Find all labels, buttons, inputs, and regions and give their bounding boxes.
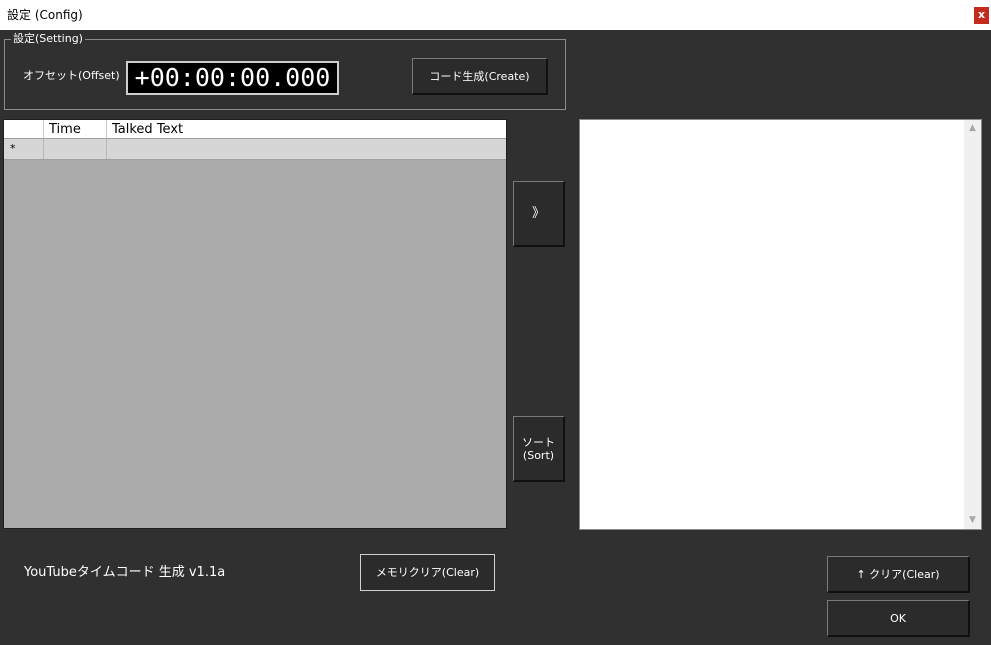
ok-button[interactable]: OK bbox=[827, 600, 970, 637]
offset-display[interactable]: +00:00:00.000 bbox=[126, 61, 339, 95]
grid-header: Time Talked Text bbox=[4, 120, 506, 139]
clear-button[interactable]: ↑ クリア(Clear) bbox=[827, 556, 970, 593]
scroll-up-arrow-icon[interactable]: ▲ bbox=[964, 120, 981, 137]
sort-button[interactable]: ソート (Sort) bbox=[513, 416, 565, 482]
new-row-time-cell[interactable] bbox=[44, 139, 107, 159]
vertical-scrollbar[interactable]: ▲ ▼ bbox=[964, 120, 981, 529]
row-header-column[interactable] bbox=[4, 120, 44, 138]
output-textarea[interactable]: ▲ ▼ bbox=[579, 119, 982, 530]
window-title: 設定 (Config) bbox=[7, 8, 83, 22]
sort-button-label-line1: ソート bbox=[522, 435, 555, 449]
column-header-time[interactable]: Time bbox=[44, 120, 107, 138]
memory-clear-button[interactable]: メモリクリア(Clear) bbox=[360, 554, 495, 591]
timecode-grid[interactable]: Time Talked Text * bbox=[3, 119, 507, 529]
new-row-text-cell[interactable] bbox=[107, 139, 506, 159]
new-row-marker[interactable]: * bbox=[4, 139, 44, 159]
sort-button-label-line2: (Sort) bbox=[522, 448, 555, 462]
move-right-button[interactable]: 》 bbox=[513, 181, 565, 247]
column-header-talked-text[interactable]: Talked Text bbox=[107, 120, 506, 138]
app-version-label: YouTubeタイムコード 生成 v1.1a bbox=[24, 565, 226, 580]
offset-label: オフセット(Offset) bbox=[23, 69, 120, 82]
close-button[interactable]: x bbox=[974, 7, 989, 24]
scroll-down-arrow-icon[interactable]: ▼ bbox=[964, 512, 981, 529]
setting-group-legend: 設定(Setting) bbox=[11, 32, 85, 46]
create-code-button[interactable]: コード生成(Create) bbox=[412, 58, 548, 95]
title-bar: 設定 (Config) x bbox=[0, 0, 991, 30]
grid-new-row[interactable]: * bbox=[4, 139, 506, 160]
